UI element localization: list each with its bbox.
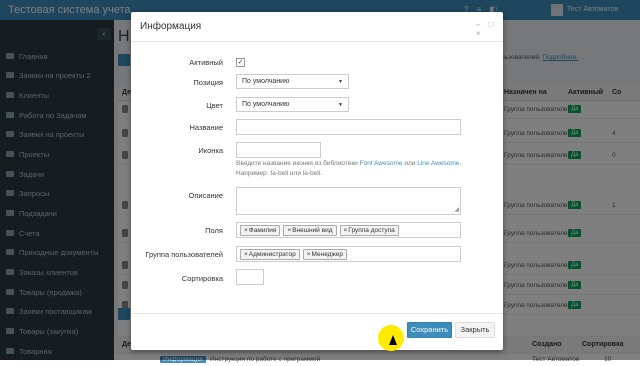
tag-remove-icon[interactable]: ×	[344, 227, 348, 234]
color-select[interactable]: По умолчанию ▼	[236, 97, 349, 112]
fields-multiselect[interactable]: ×Фамилия ×Внешний вид ×Группа доступа	[236, 222, 461, 238]
tag-item: ×Фамилия	[240, 224, 281, 236]
tag-remove-icon[interactable]: ×	[244, 251, 248, 258]
active-label: Активный	[189, 58, 223, 67]
close-button[interactable]: Закрыть	[455, 322, 495, 338]
tag-item: ×Внешний вид	[283, 224, 337, 236]
position-label: Позиция	[193, 78, 223, 87]
pointer-cursor-icon	[389, 335, 397, 345]
chevron-down-icon: ▼	[338, 102, 343, 108]
active-checkbox[interactable]: ✓	[236, 58, 245, 67]
description-label: Описание	[188, 191, 223, 200]
font-awesome-link[interactable]: Font Awesome	[360, 160, 403, 167]
dialog-title: Информация	[140, 21, 202, 32]
resize-handle-icon[interactable]: ◢	[454, 206, 459, 213]
icon-hint: Введите название иконки из библиотеки Fo…	[236, 160, 462, 167]
tag-item: ×Менеджер	[302, 248, 348, 260]
user-groups-multiselect[interactable]: ×Администратор ×Менеджер	[236, 246, 461, 262]
chevron-down-icon: ▼	[338, 79, 343, 85]
dialog-window-controls[interactable]: – □ ×	[476, 20, 503, 38]
description-textarea[interactable]: ◢	[236, 187, 461, 215]
tag-item: ×Группа доступа	[339, 224, 399, 236]
position-select[interactable]: По умолчанию ▼	[236, 74, 349, 89]
sort-label: Сортировка	[181, 274, 223, 283]
dialog-header-divider	[131, 41, 503, 42]
line-awesome-link[interactable]: Line Awesome	[417, 160, 459, 167]
fields-label: Поля	[205, 226, 223, 235]
tag-remove-icon[interactable]: ×	[307, 251, 311, 258]
save-button[interactable]: Сохранить	[407, 322, 452, 338]
sort-input[interactable]	[236, 269, 264, 285]
user-groups-label: Группа пользователей	[145, 250, 223, 259]
icon-label: Иконка	[198, 146, 223, 155]
icon-hint-example: Например: fa-bell или la-bell.	[236, 170, 322, 177]
color-label: Цвет	[206, 101, 223, 110]
tag-remove-icon[interactable]: ×	[287, 227, 291, 234]
icon-input[interactable]	[236, 142, 321, 158]
name-label: Название	[189, 123, 223, 132]
name-input[interactable]	[236, 119, 461, 135]
info-dialog: Информация – □ × Активный ✓ Позиция По у…	[131, 12, 503, 350]
dialog-footer-divider	[131, 313, 503, 314]
tag-item: ×Администратор	[240, 248, 300, 260]
tag-remove-icon[interactable]: ×	[244, 227, 248, 234]
